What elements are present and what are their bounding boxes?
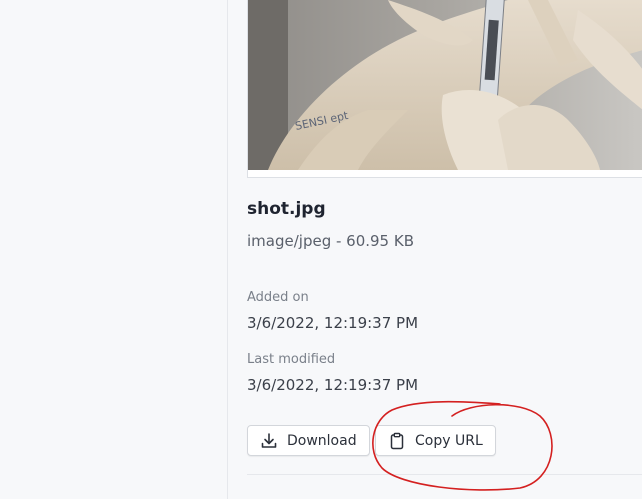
- added-on-value: 3/6/2022, 12:19:37 PM: [247, 314, 419, 332]
- preview-photo: SENSI ept: [248, 0, 642, 170]
- download-icon: [260, 432, 278, 450]
- section-divider: [247, 474, 642, 475]
- image-preview-frame: SENSI ept: [247, 0, 642, 178]
- file-details-panel: SENSI ept shot.jpg image/jpeg - 60.95 KB…: [228, 0, 642, 499]
- added-on-label: Added on: [247, 290, 309, 305]
- last-modified-value: 3/6/2022, 12:19:37 PM: [247, 376, 419, 394]
- file-name: shot.jpg: [247, 199, 326, 219]
- clipboard-icon: [388, 432, 406, 450]
- image-preview[interactable]: SENSI ept: [248, 0, 642, 170]
- download-button[interactable]: Download: [247, 425, 370, 456]
- left-empty-area: [0, 0, 227, 499]
- copy-url-button[interactable]: Copy URL: [375, 425, 496, 456]
- download-button-label: Download: [287, 432, 357, 449]
- copy-url-button-label: Copy URL: [415, 432, 483, 449]
- media-details-page: SENSI ept shot.jpg image/jpeg - 60.95 KB…: [0, 0, 642, 499]
- last-modified-label: Last modified: [247, 352, 336, 367]
- file-type-size: image/jpeg - 60.95 KB: [247, 232, 414, 250]
